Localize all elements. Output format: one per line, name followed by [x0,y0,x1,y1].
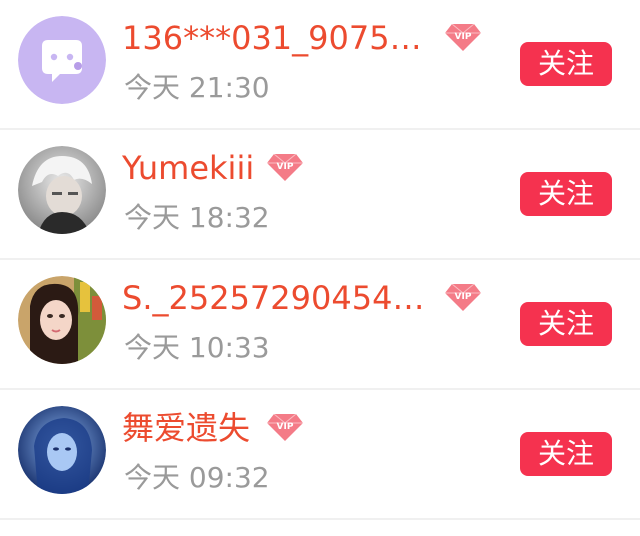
vip-diamond-icon: VIP [445,23,481,51]
user-list: 136***031_9075… VIP 今天 21:30 关注 Yumekiii… [0,0,640,536]
follow-button[interactable]: 关注 [520,42,612,86]
vip-diamond-icon: VIP [267,153,303,181]
list-item[interactable]: 136***031_9075… VIP 今天 21:30 关注 [0,0,640,130]
avatar[interactable] [18,16,106,104]
white-hair-anime-avatar-icon [18,146,106,234]
vip-diamond-icon: VIP [267,413,303,441]
chat-bubble-icon [18,16,106,104]
timestamp: 今天 18:32 [124,201,270,234]
user-name[interactable]: 舞爱遗失 [122,406,250,450]
vip-diamond-icon: VIP [445,283,481,311]
list-item[interactable]: S._25257290454… VIP 今天 10:33 关注 [0,260,640,390]
list-item[interactable]: Yumekiii VIP 今天 18:32 关注 [0,130,640,260]
follow-button[interactable]: 关注 [520,432,612,476]
svg-text:VIP: VIP [277,162,294,172]
portrait-woman-avatar-icon [18,276,106,364]
user-name[interactable]: 136***031_9075… [122,16,422,60]
follow-button[interactable]: 关注 [520,172,612,216]
svg-text:VIP: VIP [277,422,294,432]
avatar[interactable] [18,146,106,234]
svg-text:VIP: VIP [455,292,472,302]
avatar[interactable] [18,406,106,494]
user-name[interactable]: S._25257290454… [122,276,424,320]
user-name[interactable]: Yumekiii [122,146,254,190]
timestamp: 今天 21:30 [124,71,270,104]
avatar[interactable] [18,276,106,364]
divider [0,518,640,520]
blue-fantasy-avatar-icon [18,406,106,494]
timestamp: 今天 09:32 [124,461,270,494]
list-item[interactable]: 舞爱遗失 VIP 今天 09:32 关注 [0,390,640,520]
svg-text:VIP: VIP [455,32,472,42]
timestamp: 今天 10:33 [124,331,270,364]
follow-button[interactable]: 关注 [520,302,612,346]
